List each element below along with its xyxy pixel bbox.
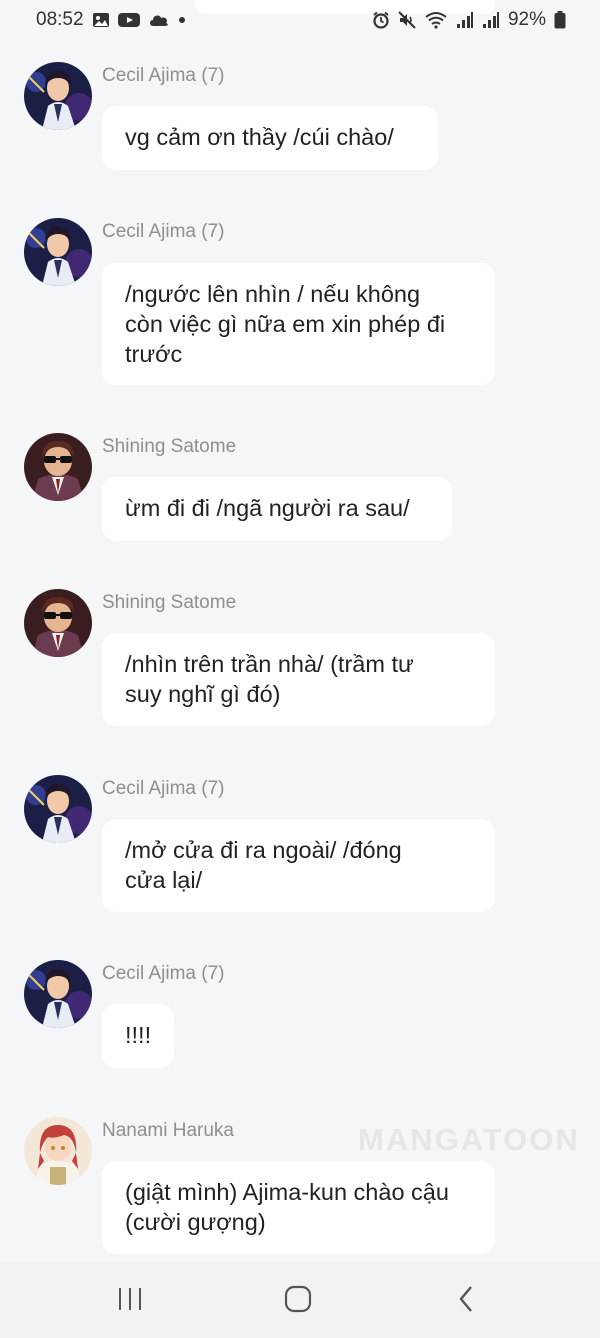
chat-message-list[interactable]: Cecil Ajima (7) vg cảm ơn thầy /cúi chào… — [0, 0, 600, 1262]
sender-name: Shining Satome — [102, 592, 237, 613]
avatar-shining[interactable] — [24, 589, 92, 657]
message-bubble[interactable]: !!!! — [102, 1004, 174, 1068]
recent-apps-icon — [117, 1287, 143, 1316]
avatar-nanami[interactable] — [24, 1117, 92, 1185]
message-bubble[interactable]: (giật mình) Ajima-kun chào cậu (cười gượ… — [102, 1161, 495, 1254]
avatar-cecil[interactable] — [24, 62, 92, 130]
avatar-cecil[interactable] — [24, 775, 92, 843]
home-button[interactable] — [278, 1285, 318, 1318]
recent-apps-button[interactable] — [110, 1286, 150, 1316]
sender-name: Cecil Ajima (7) — [102, 221, 225, 242]
watermark: MANGATOON — [358, 1122, 580, 1157]
sender-name: Nanami Haruka — [102, 1120, 234, 1141]
message-bubble[interactable]: /nhìn trên trần nhà/ (trầm tư suy nghĩ g… — [102, 633, 495, 726]
sender-name: Shining Satome — [102, 436, 237, 457]
avatar-shining[interactable] — [24, 433, 92, 501]
sender-name: Cecil Ajima (7) — [102, 65, 225, 86]
navigation-bar — [0, 1262, 600, 1338]
message-bubble[interactable]: /ngước lên nhìn / nếu không còn việc gì … — [102, 263, 495, 385]
back-button[interactable] — [446, 1285, 486, 1318]
back-icon — [457, 1285, 475, 1318]
message-bubble[interactable]: ừm đi đi /ngã người ra sau/ — [102, 477, 452, 541]
avatar-cecil[interactable] — [24, 960, 92, 1028]
message-bubble[interactable]: /mở cửa đi ra ngoài/ /đóng cửa lại/ — [102, 819, 495, 912]
home-icon — [284, 1285, 312, 1318]
sender-name: Cecil Ajima (7) — [102, 963, 225, 984]
message-bubble[interactable]: vg cảm ơn thầy /cúi chào/ — [102, 106, 438, 170]
sender-name: Cecil Ajima (7) — [102, 778, 225, 799]
avatar-cecil[interactable] — [24, 218, 92, 286]
